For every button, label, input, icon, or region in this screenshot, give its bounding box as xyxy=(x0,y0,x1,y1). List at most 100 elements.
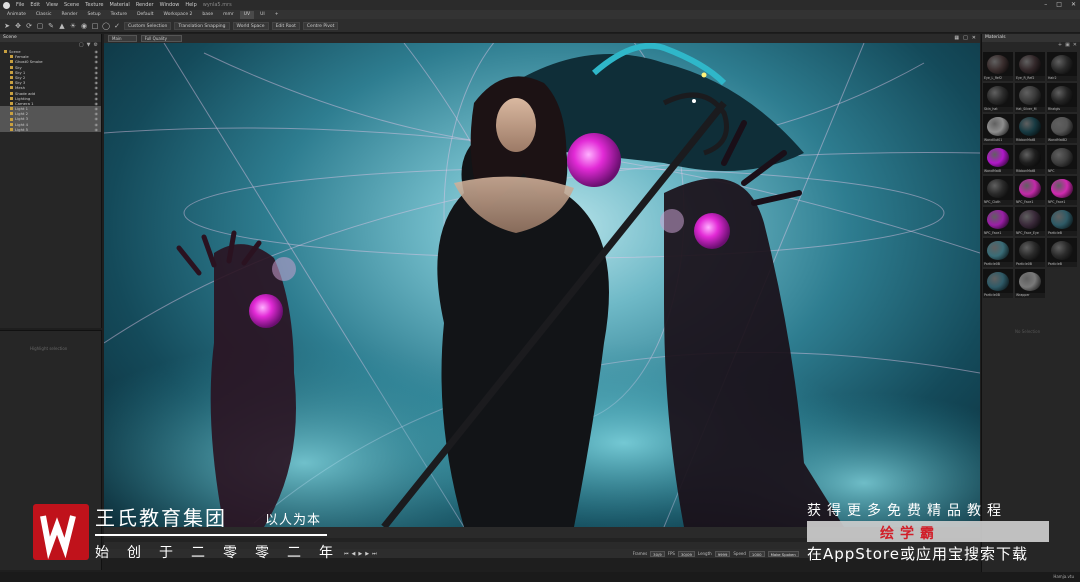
scene-tree-item[interactable]: Light 5 ◉ xyxy=(0,126,101,132)
tab-1[interactable]: Classic xyxy=(32,11,56,19)
tab-9[interactable]: UV xyxy=(239,10,255,19)
properties-empty-text: Highlight selection xyxy=(30,346,68,351)
move-icon[interactable]: ✥ xyxy=(14,22,22,30)
material-label: NPC_Face1 xyxy=(983,231,1013,236)
delete-material-icon[interactable]: ✕ xyxy=(1073,42,1077,49)
tab-11[interactable]: + xyxy=(271,11,283,19)
quality-select[interactable]: Full Quality xyxy=(140,35,182,42)
material-thumbnail[interactable]: Eye_L_Ref2 xyxy=(983,52,1013,81)
go-end-icon[interactable]: ⏭ xyxy=(372,551,377,557)
box-select-icon[interactable]: □ xyxy=(91,22,99,30)
settings-icon[interactable]: ⚙ xyxy=(94,42,98,49)
material-thumbnail[interactable]: Particle0B xyxy=(983,238,1013,267)
material-swatch xyxy=(1051,117,1073,136)
tab-2[interactable]: Render xyxy=(57,11,81,19)
material-thumbnail[interactable]: WandMatB2 xyxy=(1047,114,1077,143)
edit-root-button[interactable]: Edit Root xyxy=(271,21,300,30)
object-icon xyxy=(10,81,13,85)
paint-icon[interactable]: ✎ xyxy=(47,22,55,30)
play-icon[interactable]: ▶ xyxy=(358,551,362,557)
scale-icon[interactable]: ▢ xyxy=(36,22,44,30)
light-icon[interactable]: ☀ xyxy=(69,22,77,30)
mode-select[interactable]: Make Spoken xyxy=(767,550,799,557)
material-thumbnail[interactable]: ParticleB xyxy=(1047,238,1077,267)
material-thumbnail[interactable]: Hat_Silver_M xyxy=(1015,83,1045,112)
material-thumbnail[interactable]: NPC_Face_Eye xyxy=(1015,207,1045,236)
status-bar xyxy=(0,572,1080,582)
material-thumbnail[interactable]: Particle0B xyxy=(983,269,1013,298)
minimize-icon[interactable]: – xyxy=(1044,1,1047,8)
brand-name: 王氏教育集团 xyxy=(95,506,227,530)
menu-help[interactable]: Help xyxy=(185,2,196,8)
material-thumbnail[interactable]: Wrapper xyxy=(1015,269,1045,298)
material-thumbnail[interactable]: WandMatB xyxy=(983,145,1013,174)
folder-icon[interactable]: ▢ xyxy=(79,42,84,49)
tab-8[interactable]: mmr xyxy=(219,11,238,19)
tab-4[interactable]: Texture xyxy=(107,11,131,19)
menu-file[interactable]: File xyxy=(16,2,24,8)
maximize-view-icon[interactable]: □ xyxy=(963,35,968,41)
custom-selection-button[interactable]: Custom Selection xyxy=(124,21,172,30)
tab-0[interactable]: Animate xyxy=(3,11,30,19)
material-thumbnail[interactable]: NPC xyxy=(1047,145,1077,174)
visibility-icon[interactable]: ◉ xyxy=(95,127,99,132)
material-thumbnail[interactable]: NPC_Cloth xyxy=(983,176,1013,205)
menu-render[interactable]: Render xyxy=(136,2,154,8)
tab-7[interactable]: base xyxy=(198,11,217,19)
fps-field[interactable]: 30/09 xyxy=(677,550,695,557)
select-arrow-icon[interactable]: ➤ xyxy=(3,22,11,30)
material-thumbnail[interactable]: Skin_hat xyxy=(983,83,1013,112)
material-thumbnail[interactable]: NPC_Face1 xyxy=(1015,176,1045,205)
tab-3[interactable]: Setup xyxy=(83,11,104,19)
add-material-icon[interactable]: + xyxy=(1058,42,1062,49)
material-thumbnail[interactable]: ParticleB xyxy=(1047,207,1077,236)
next-frame-icon[interactable]: ▶ xyxy=(365,551,369,557)
maximize-icon[interactable]: □ xyxy=(1056,1,1062,8)
material-label: Particle0B xyxy=(1015,262,1045,267)
material-swatch xyxy=(1051,86,1073,105)
material-thumbnail[interactable]: NPC_Face1 xyxy=(1047,176,1077,205)
world-space-button[interactable]: World Space xyxy=(232,21,269,30)
material-thumbnail[interactable]: RibbonMatB xyxy=(1015,114,1045,143)
pick-icon[interactable]: ✓ xyxy=(113,22,121,30)
material-thumbnail[interactable]: Wand0ut01 xyxy=(983,114,1013,143)
grid-icon[interactable]: ▦ xyxy=(954,35,959,41)
camera-icon[interactable]: ◉ xyxy=(80,22,88,30)
tab-5[interactable]: Default xyxy=(133,11,157,19)
frames-field[interactable]: 30/9 xyxy=(650,550,665,557)
material-thumbnail[interactable]: RibbonMatB xyxy=(1015,145,1045,174)
translation-snapping-button[interactable]: Translation Snapping xyxy=(174,21,230,30)
material-thumbnail[interactable]: Rhatgls xyxy=(1047,83,1077,112)
menu-texture[interactable]: Texture xyxy=(85,2,103,8)
menu-material[interactable]: Material xyxy=(110,2,130,8)
close-icon[interactable]: ✕ xyxy=(1071,1,1076,8)
menu-edit[interactable]: Edit xyxy=(30,2,40,8)
centre-pivot-button[interactable]: Centre Pivot xyxy=(302,21,339,30)
close-view-icon[interactable]: ✕ xyxy=(972,35,976,41)
menu-scene[interactable]: Scene xyxy=(64,2,79,8)
lasso-icon[interactable]: ◯ xyxy=(102,22,110,30)
speed-field[interactable]: 1000 xyxy=(748,550,765,557)
tab-6[interactable]: Workspace 2 xyxy=(160,11,197,19)
material-swatch xyxy=(987,86,1009,105)
viewport[interactable] xyxy=(104,43,980,527)
material-thumbnail[interactable]: Hair2 xyxy=(1047,52,1077,81)
viewport-bar: Main Full Quality xyxy=(104,34,980,43)
object-icon xyxy=(10,91,13,95)
material-label: Particle0B xyxy=(983,262,1013,267)
material-thumbnail[interactable]: Particle0B xyxy=(1015,238,1045,267)
tab-10[interactable]: UI xyxy=(256,11,269,19)
material-thumbnail[interactable]: NPC_Face1 xyxy=(983,207,1013,236)
frames-label: Frames xyxy=(632,551,648,556)
filter-icon[interactable]: ▼ xyxy=(87,42,91,49)
ruler-icon[interactable]: ▲ xyxy=(58,22,66,30)
view-select[interactable]: Main xyxy=(108,35,137,42)
length-field[interactable]: 9999 xyxy=(714,550,731,557)
material-thumbnail[interactable]: Eye_R_Ref2 xyxy=(1015,52,1045,81)
prev-frame-icon[interactable]: ◀ xyxy=(352,551,356,557)
menu-window[interactable]: Window xyxy=(160,2,180,8)
duplicate-material-icon[interactable]: ▣ xyxy=(1065,42,1070,49)
material-label: Wand0ut01 xyxy=(983,138,1013,143)
menu-view[interactable]: View xyxy=(46,2,58,8)
rotate-icon[interactable]: ⟳ xyxy=(25,22,33,30)
